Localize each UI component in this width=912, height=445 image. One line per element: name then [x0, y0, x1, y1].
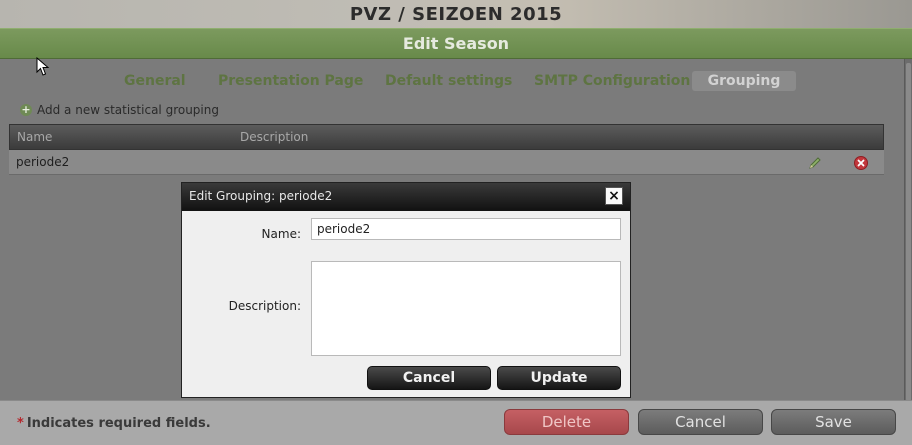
add-circle-icon: + — [20, 103, 32, 116]
dialog-cancel-button[interactable]: Cancel — [367, 366, 491, 390]
section-header: Edit Season — [0, 28, 912, 59]
required-note-text: Indicates required fields. — [26, 416, 211, 431]
section-title: Edit Season — [402, 34, 510, 53]
grid-header: Name Description — [9, 124, 884, 150]
dialog-header: Edit Grouping: periode2 × — [182, 183, 630, 211]
required-star: * — [17, 416, 24, 431]
footer-bar: * Indicates required fields. Delete Cance… — [0, 400, 912, 445]
cancel-button[interactable]: Cancel — [638, 409, 763, 435]
add-grouping-label: Add a new statistical grouping — [37, 103, 219, 117]
scrollbar-thumb[interactable] — [906, 63, 911, 401]
dialog-title: Edit Grouping: periode2 — [189, 189, 333, 203]
close-x-icon[interactable]: × — [605, 187, 623, 205]
tab-smtp-configuration[interactable]: SMTP Configuration — [534, 71, 690, 91]
name-field[interactable] — [311, 218, 621, 240]
row-name: periode2 — [16, 155, 70, 169]
table-row[interactable]: periode2 — [9, 150, 884, 175]
mouse-cursor-icon — [36, 57, 50, 76]
name-label: Name: — [261, 227, 301, 241]
tab-presentation-page[interactable]: Presentation Page — [218, 71, 363, 91]
delete-button[interactable]: Delete — [504, 409, 629, 435]
tab-default-settings[interactable]: Default settings — [385, 71, 512, 91]
tab-bar: General Presentation Page Default settin… — [0, 70, 904, 92]
add-grouping-link[interactable]: + Add a new statistical grouping — [20, 101, 219, 119]
delete-x-icon[interactable] — [853, 155, 869, 171]
save-button[interactable]: Save — [771, 409, 896, 435]
update-button[interactable]: Update — [497, 366, 621, 390]
top-banner: PVZ / SEIZOEN 2015 — [0, 0, 912, 28]
column-header-name[interactable]: Name — [17, 125, 52, 150]
description-label: Description: — [228, 299, 301, 313]
tab-grouping[interactable]: Grouping — [692, 71, 796, 91]
description-field[interactable] — [311, 261, 621, 356]
edit-grouping-dialog: Edit Grouping: periode2 × Name: Descript… — [181, 182, 631, 398]
tab-general[interactable]: General — [124, 71, 186, 91]
column-header-description[interactable]: Description — [240, 125, 308, 150]
edit-pencil-icon[interactable] — [807, 155, 823, 171]
app-title: PVZ / SEIZOEN 2015 — [349, 4, 563, 25]
required-fields-note: * Indicates required fields. — [17, 401, 211, 445]
vertical-scrollbar[interactable] — [904, 59, 912, 405]
